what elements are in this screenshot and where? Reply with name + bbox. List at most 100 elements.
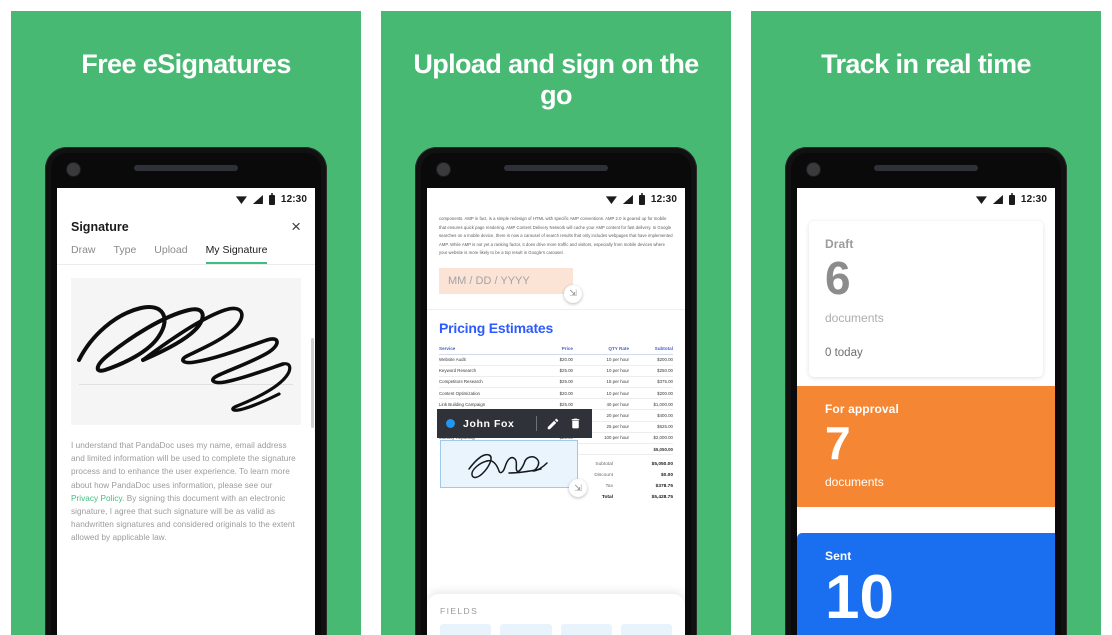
cell-qty-rate: 10 per hour	[573, 387, 630, 400]
resize-handle-icon[interactable]: ⇲	[564, 284, 582, 303]
wifi-icon	[975, 196, 987, 204]
front-camera-icon	[67, 163, 80, 176]
phone-screen-3: 12:30 Draft 6 documents 0 today For appr…	[797, 188, 1055, 635]
cell-subtotal: $1,000.00	[629, 398, 673, 411]
date-field-placeholder[interactable]: MM / DD / YYYY ⇲	[439, 267, 582, 303]
front-camera-icon	[807, 163, 820, 176]
text-cursor-icon: A|	[500, 624, 552, 635]
signature-pen-icon	[440, 624, 492, 635]
cell-subtotal: $625.00	[629, 421, 673, 433]
assignee-name: John Fox	[463, 417, 515, 430]
signal-icon	[992, 195, 1003, 204]
phone-screen-1: 12:30 Signature × Draw Type Upload My Si…	[57, 188, 315, 635]
date-field-text: MM / DD / YYYY	[448, 274, 530, 287]
document-divider	[427, 293, 685, 310]
wifi-icon	[235, 196, 247, 204]
cell-service: Competitors Research	[439, 376, 543, 389]
assignee-color-dot-icon	[446, 419, 455, 428]
pencil-icon[interactable]	[545, 416, 560, 431]
field-signature[interactable]: Signature	[440, 624, 492, 635]
placed-signature-ink	[468, 453, 548, 479]
status-bar-clock: 12:30	[1020, 194, 1047, 205]
scrollbar[interactable]	[311, 338, 314, 428]
cell-qty-rate: 10 per hour	[573, 365, 630, 377]
card-label: For approval	[825, 401, 899, 416]
battery-icon	[268, 192, 275, 205]
tab-draw[interactable]: Draw	[71, 244, 96, 264]
cell-qty-rate: 10 per hour	[573, 354, 630, 366]
earpiece-speaker	[874, 165, 978, 171]
signal-icon	[622, 195, 633, 204]
th-price: Price	[542, 345, 573, 355]
battery-icon	[638, 192, 645, 205]
privacy-policy-link[interactable]: Privacy Policy	[71, 494, 122, 503]
card-count: 6	[825, 252, 851, 304]
assignee-toolbar[interactable]: John Fox	[437, 409, 592, 438]
status-card-sent[interactable]: Sent 10 documents 3 today	[797, 533, 1055, 635]
value-total: $5,428.75	[651, 495, 673, 501]
trash-icon[interactable]	[568, 416, 583, 431]
cell-subtotal: $250.00	[629, 365, 673, 377]
fields-palette: FIELDS Signature A| Text fi	[427, 594, 685, 635]
field-text[interactable]: A| Text field	[500, 624, 552, 635]
panel-upload-and-sign: Upload and sign on the go 12:30 componen…	[381, 11, 731, 635]
cell-price: $25.00	[542, 376, 573, 389]
card-unit: documents	[825, 475, 884, 490]
front-camera-icon	[437, 163, 450, 176]
sheet-title: Signature	[71, 219, 129, 234]
initials-icon: IN	[620, 624, 672, 635]
close-icon[interactable]: ×	[291, 218, 301, 235]
th-subtotal: Subtotal	[629, 345, 673, 355]
phone-mockup-2: 12:30 components. AMP in fact, is a simp…	[415, 147, 697, 635]
cell-price: $20.00	[542, 354, 573, 366]
card-label: Sent	[825, 549, 852, 563]
status-card-for-approval[interactable]: For approval 7 documents	[797, 385, 1055, 508]
card-label: Draft	[825, 237, 854, 251]
field-date[interactable]: Date	[560, 624, 612, 635]
card-today: 0 today	[825, 346, 863, 359]
status-bar-clock: 12:30	[650, 194, 677, 205]
tab-type[interactable]: Type	[114, 244, 137, 264]
cell-qty-rate: 15 per hour	[573, 376, 630, 389]
fields-row: Signature A| Text field D	[440, 624, 672, 635]
signature-ink	[77, 305, 292, 412]
status-card-draft[interactable]: Draft 6 documents 0 today	[809, 221, 1043, 377]
panel-1-headline: Free eSignatures	[81, 49, 291, 79]
panel-free-esignatures: Free eSignatures 12:30 Signature × Draw	[11, 11, 361, 635]
signal-icon	[252, 195, 263, 204]
cell-price: $25.00	[542, 365, 573, 377]
totals-row: Total $5,428.75	[439, 492, 673, 503]
placed-signature-field[interactable]: ⇲	[440, 440, 587, 497]
cell-subtotal: $2,000.00	[629, 432, 673, 445]
panel-2-headline: Upload and sign on the go	[413, 49, 699, 110]
signature-legal-text: I understand that PandaDoc uses my name,…	[57, 425, 315, 545]
card-unit: documents	[825, 310, 884, 325]
value-discount: $0.00	[660, 473, 673, 479]
label-total: Total	[601, 495, 613, 501]
tab-my-signature[interactable]: My Signature	[205, 244, 268, 264]
field-initials[interactable]: IN Initials	[620, 624, 672, 635]
phone-mockup-3: 12:30 Draft 6 documents 0 today For appr…	[785, 147, 1067, 635]
tab-upload[interactable]: Upload	[154, 244, 187, 264]
value-tax: $378.75	[655, 484, 673, 490]
android-status-bar: 12:30	[57, 188, 315, 211]
cell-service: Content Optimization	[439, 387, 543, 400]
cell-subtotal: $200.00	[629, 354, 673, 366]
cell-price: $20.00	[542, 387, 573, 400]
table-row: Competitors Research $25.00 15 per hour $37…	[439, 376, 673, 389]
table-row: Content Optimization $20.00 10 per hour $20…	[439, 387, 673, 400]
table-header-row: Service Price QTY Rate Subtotal	[439, 345, 673, 355]
fields-section-label: FIELDS	[440, 606, 479, 616]
signature-canvas[interactable]	[71, 278, 301, 425]
screenshot-board: Free eSignatures 12:30 Signature × Draw	[0, 0, 1112, 635]
value-subtotal: $5,050.00	[651, 462, 673, 468]
dashboard: Draft 6 documents 0 today For approval 7…	[797, 211, 1055, 635]
cell-subtotal: $200.00	[629, 387, 673, 400]
pricing-title: Pricing Estimates	[439, 319, 554, 336]
card-count: 7	[825, 416, 851, 469]
resize-handle-icon[interactable]: ⇲	[569, 479, 587, 497]
calendar-icon	[560, 624, 612, 635]
wifi-icon	[605, 196, 617, 204]
panel-3-headline: Track in real time	[821, 49, 1031, 79]
document-paragraph: components. AMP in fact, is a simple red…	[439, 216, 673, 255]
